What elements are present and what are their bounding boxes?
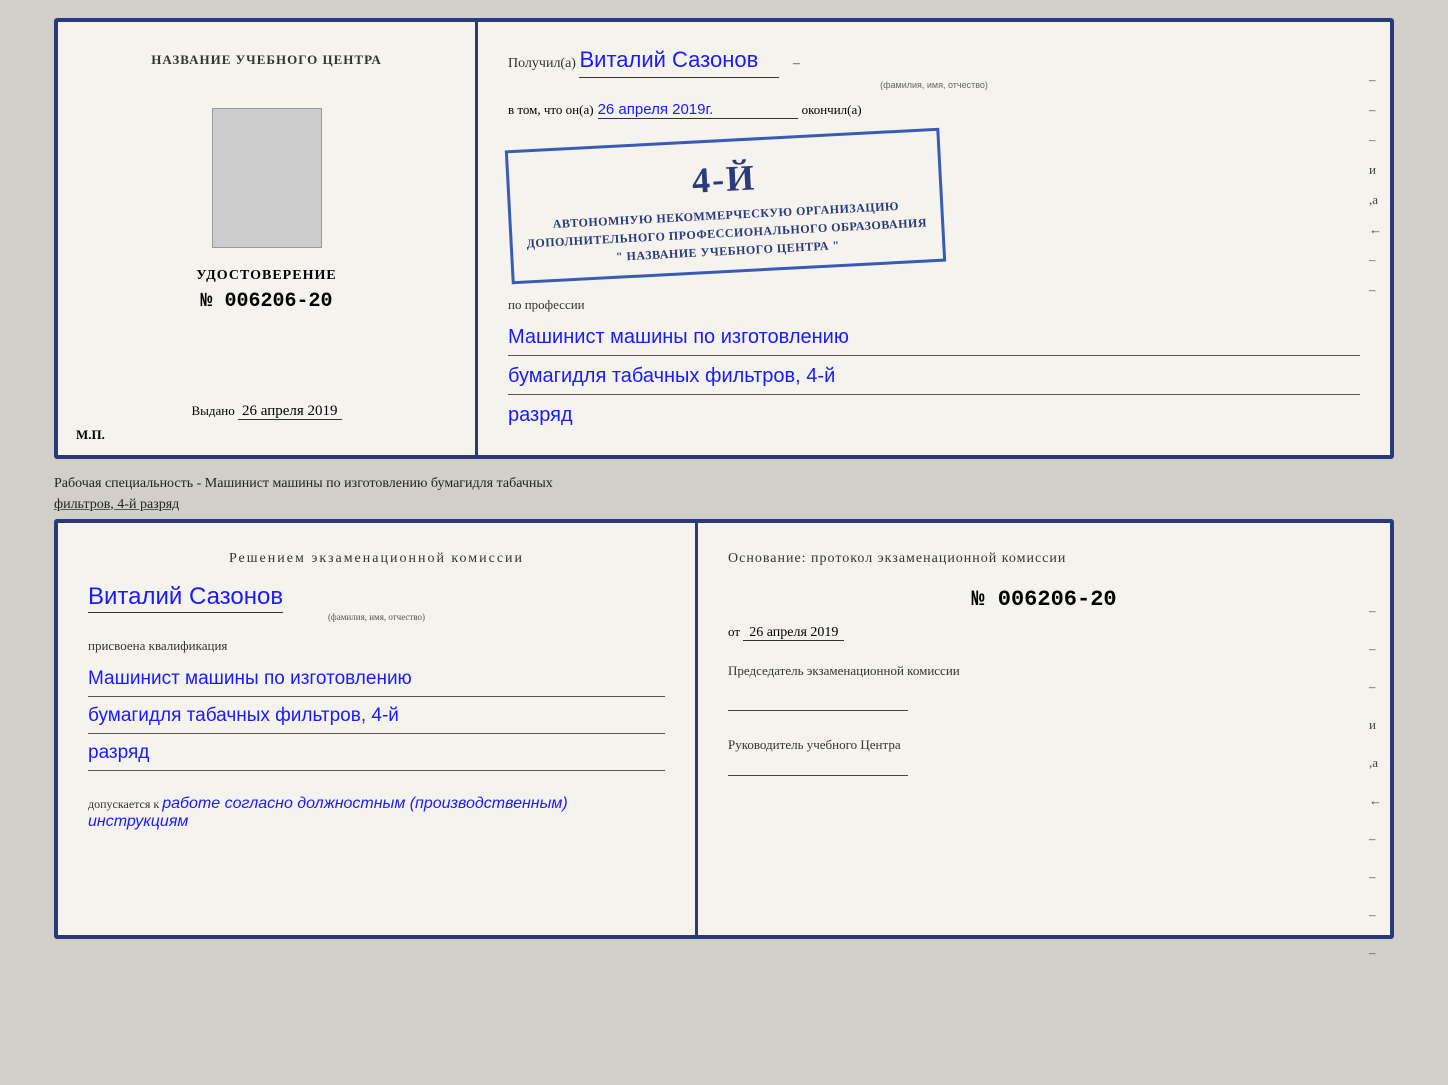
recipient-sub: (фамилия, имя, отчество) xyxy=(508,78,1360,92)
predsedatel-signature-line xyxy=(728,710,908,711)
ot-line: от 26 апреля 2019 xyxy=(728,624,1360,641)
prisvoena-label: присвоена квалификация xyxy=(88,638,665,654)
qual-line2: бумагидля табачных фильтров, 4-й xyxy=(88,699,665,734)
qual-line1: Машинист машины по изготовлению xyxy=(88,662,665,697)
rukovoditel-label: Руководитель учебного Центра xyxy=(728,735,1360,755)
vydano-date: 26 апреля 2019 xyxy=(238,403,342,420)
udost-title: УДОСТОВЕРЕНИЕ xyxy=(196,268,336,284)
dopusk-prefix: допускается к xyxy=(88,797,159,811)
dash-b1: – xyxy=(1369,603,1382,619)
dash-8: – xyxy=(1369,282,1382,298)
dash-4: и xyxy=(1369,162,1382,178)
specialty-text: Рабочая специальность - Машинист машины … xyxy=(54,476,553,491)
rukovoditel-signature-line xyxy=(728,775,908,776)
stamp-container: 4-й АВТОНОМНУЮ НЕКОММЕРЧЕСКУЮ ОРГАНИЗАЦИ… xyxy=(508,131,1360,287)
osnov-title: Основание: протокол экзаменационной коми… xyxy=(728,551,1360,567)
top-doc-right: Получил(а) Виталий Сазонов – (фамилия, и… xyxy=(478,22,1390,455)
dash-b9: – xyxy=(1369,907,1382,923)
dash-b8: – xyxy=(1369,869,1382,885)
dopusk-text: работе согласно должностным (производств… xyxy=(88,795,568,830)
bottom-document: Решением экзаменационной комиссии Витали… xyxy=(54,519,1394,939)
top-doc-center-label: НАЗВАНИЕ УЧЕБНОГО ЦЕНТРА xyxy=(151,52,382,68)
vydano-line: Выдано 26 апреля 2019 xyxy=(191,403,341,420)
okончил-suffix: окончил(а) xyxy=(802,102,862,118)
bottom-doc-left: Решением экзаменационной комиссии Витали… xyxy=(58,523,698,935)
reshen-title: Решением экзаменационной комиссии xyxy=(88,551,665,567)
specialty-text2: фильтров, 4-й разряд xyxy=(54,497,179,512)
vtom-line: в том, что он(а) 26 апреля 2019г. окончи… xyxy=(508,101,1360,119)
bottom-doc-right: Основание: протокол экзаменационной коми… xyxy=(698,523,1390,935)
profession-line3: разряд xyxy=(508,397,1360,433)
bottom-name-sub: (фамилия, имя, отчество) xyxy=(88,612,665,622)
stamp-block: 4-й АВТОНОМНУЮ НЕКОММЕРЧЕСКУЮ ОРГАНИЗАЦИ… xyxy=(505,127,946,284)
bottom-name: Виталий Сазонов xyxy=(88,583,283,613)
dash-b4: и xyxy=(1369,717,1382,733)
dash-b7: – xyxy=(1369,831,1382,847)
dash-b2: – xyxy=(1369,641,1382,657)
po-professii-label: по профессии xyxy=(508,297,1360,313)
dopuskaetsya-line: допускается к работе согласно должностны… xyxy=(88,795,665,831)
specialty-label: Рабочая специальность - Машинист машины … xyxy=(54,469,1394,519)
dash-5: ,а xyxy=(1369,192,1382,208)
name-block: Виталий Сазонов (фамилия, имя, отчество) xyxy=(88,583,665,622)
dash-b10: – xyxy=(1369,945,1382,961)
right-dashes-top: – – – и ,а ← – – xyxy=(1369,72,1382,298)
recipient-name: Виталий Сазонов xyxy=(579,42,779,78)
photo-placeholder xyxy=(212,108,322,248)
vtom-date: 26 апреля 2019г. xyxy=(598,101,798,119)
dash-6: ← xyxy=(1369,222,1382,238)
qual-line3: разряд xyxy=(88,736,665,771)
mp-label: М.П. xyxy=(76,427,105,443)
received-prefix: Получил(а) xyxy=(508,56,576,71)
protocol-number: № 006206-20 xyxy=(728,587,1360,612)
right-dashes-bottom: – – – и ,а ← – – – – xyxy=(1369,603,1382,961)
vtom-prefix: в том, что он(а) xyxy=(508,102,594,118)
top-document: НАЗВАНИЕ УЧЕБНОГО ЦЕНТРА УДОСТОВЕРЕНИЕ №… xyxy=(54,18,1394,459)
predsedatel-label: Председатель экзаменационной комиссии xyxy=(728,661,1360,681)
dash-b5: ,а xyxy=(1369,755,1382,771)
top-doc-left: НАЗВАНИЕ УЧЕБНОГО ЦЕНТРА УДОСТОВЕРЕНИЕ №… xyxy=(58,22,478,455)
dash-b3: – xyxy=(1369,679,1382,695)
ot-prefix: от xyxy=(728,624,740,639)
dash-7: – xyxy=(1369,252,1382,268)
recipient-line: Получил(а) Виталий Сазонов – (фамилия, и… xyxy=(508,42,1360,93)
dash-3: – xyxy=(1369,132,1382,148)
udost-number: № 006206-20 xyxy=(200,290,332,313)
profession-line2: бумагидля табачных фильтров, 4-й xyxy=(508,358,1360,395)
dash-1: – xyxy=(1369,72,1382,88)
profession-line1: Машинист машины по изготовлению xyxy=(508,319,1360,356)
vydano-prefix: Выдано xyxy=(191,403,234,418)
dash-2: – xyxy=(1369,102,1382,118)
ot-date: 26 апреля 2019 xyxy=(743,625,844,641)
dash-b6: ← xyxy=(1369,793,1382,809)
